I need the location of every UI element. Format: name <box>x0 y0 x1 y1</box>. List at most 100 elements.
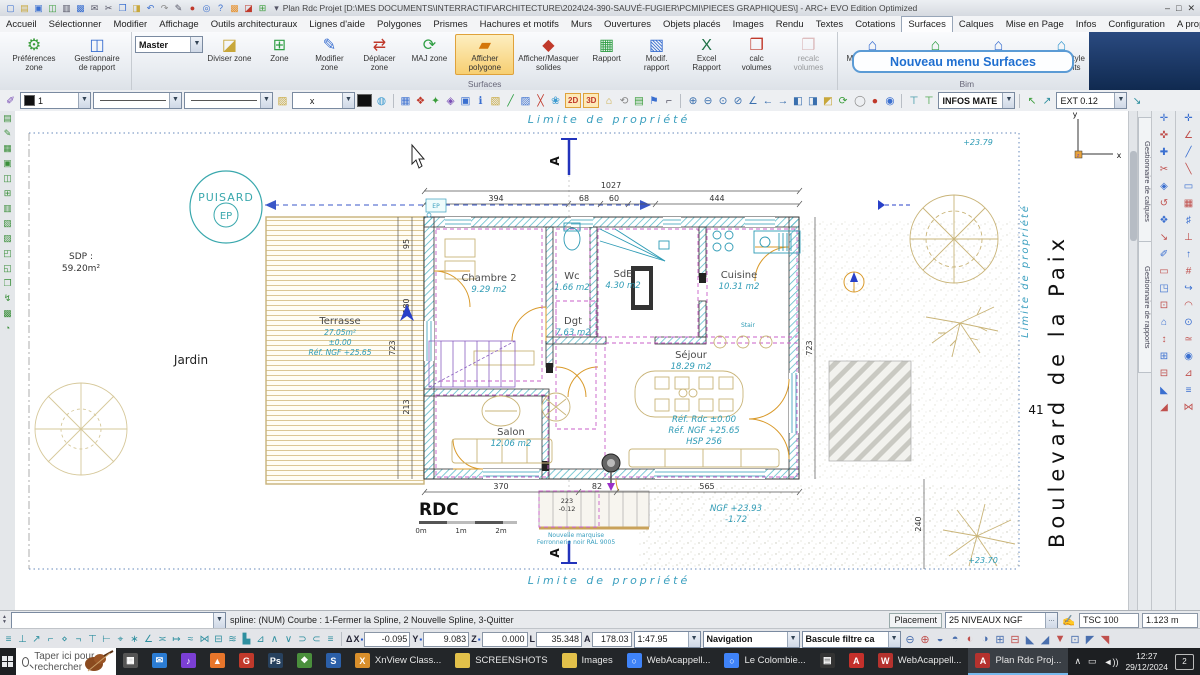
snap-icon[interactable]: ⋈ <box>198 634 211 645</box>
taskbar-item[interactable]: Ps <box>260 648 290 675</box>
right-toolbar-icon[interactable]: ◠ <box>1184 300 1193 317</box>
right-toolbar-outer[interactable]: ✛ ∠ ╱ ╲ ▭ ▦ ♯ ⊥ ↑ # ↪ ◠ ⊙ ≃ ◉ ⊿ ≡ ⋈ <box>1175 111 1200 612</box>
taskbar-item[interactable]: Images <box>554 648 620 675</box>
toolbar-icon[interactable]: ◈ <box>443 95 458 107</box>
right-toolbar-icon[interactable]: ↕ <box>1162 334 1167 351</box>
ribbon-button[interactable]: ⚙ Préférences zone <box>3 34 65 75</box>
toolbar-icon[interactable]: ▨ <box>518 95 533 107</box>
menu-tab[interactable]: Prismes <box>427 16 473 32</box>
quick-access-icon[interactable]: ✎ <box>172 3 185 14</box>
placement-dropdown[interactable]: 25 NIVEAUX NGF… <box>945 611 1058 629</box>
menu-tab[interactable]: Images <box>727 16 770 32</box>
snap-icon[interactable]: ⊢ <box>100 634 113 645</box>
quick-access-icon[interactable]: ↷ <box>158 3 171 14</box>
linetype-dropdown[interactable]: ▼ <box>93 92 182 109</box>
infos-dropdown[interactable]: INFOS MATE ▼ <box>938 92 1016 109</box>
snap-icon[interactable]: ⊤ <box>86 634 99 645</box>
toolbar-icon[interactable]: ◯ <box>852 95 867 107</box>
quick-access-icon[interactable]: ▢ <box>4 3 17 14</box>
right-toolbar-icon[interactable]: ↪ <box>1184 283 1192 300</box>
menu-tab[interactable]: Cotations <box>849 16 901 32</box>
menu-tab[interactable]: Polygones <box>371 16 427 32</box>
snap-icon[interactable]: ▙ <box>240 634 253 645</box>
right-toolbar-icon[interactable]: ♯ <box>1186 215 1191 232</box>
taskbar-item[interactable]: X XnView Class... <box>347 648 449 675</box>
layer-dropdown[interactable]: 1 ▼ <box>20 92 91 109</box>
right-toolbar-icon[interactable]: ↺ <box>1160 198 1168 215</box>
angle-field[interactable]: 178.03 <box>591 631 632 647</box>
quick-access-icon[interactable]: ◫ <box>46 3 59 14</box>
color-swatch[interactable] <box>357 94 372 107</box>
zoom-icon[interactable]: ← <box>760 95 775 107</box>
toolbar-icon[interactable]: ❀ <box>548 95 563 107</box>
toolbar-icon[interactable]: ╱ <box>503 95 518 107</box>
snap-icon[interactable]: ⊟ <box>212 634 225 645</box>
menu-tab[interactable]: A propos <box>1171 16 1200 32</box>
menu-tab[interactable]: Calques <box>953 16 1000 32</box>
menu-tab[interactable]: Infos <box>1070 16 1103 32</box>
taskbar-search[interactable]: Taper ici pour rechercher <box>15 648 116 675</box>
speaker-icon[interactable]: ◄)) <box>1104 657 1119 667</box>
menu-tab[interactable]: Ouvertures <box>598 16 657 32</box>
left-toolbar-icon[interactable]: ❐ <box>3 278 11 293</box>
menu-tab[interactable]: Murs <box>565 16 598 32</box>
z-coordinate[interactable]: 0.000 <box>481 631 528 647</box>
y-coordinate[interactable]: 9.083 <box>423 631 470 647</box>
toolbar-icon[interactable]: ▣ <box>458 95 473 107</box>
right-toolbar-icon[interactable]: ✚ <box>1160 147 1168 164</box>
status-icon[interactable]: ◐ <box>963 633 978 646</box>
menu-tab[interactable]: Modifier <box>107 16 153 32</box>
snap-icon[interactable]: ≡ <box>2 634 15 645</box>
left-toolbar[interactable]: ▤ ✎ ▦ ▣ ◫ ⊞ ▥ ▧ ▨ ◰ ◱ ❐ ↯ ▩ ◔ <box>0 111 16 612</box>
right-toolbar-icon[interactable]: ❖ <box>1160 215 1169 232</box>
right-toolbar-icon[interactable]: ↑ <box>1186 249 1191 266</box>
right-toolbar-icon[interactable]: ⊟ <box>1160 368 1168 385</box>
ribbon-button[interactable]: ❒ calc volumes <box>732 34 782 75</box>
2d-toggle[interactable]: 2D <box>565 93 582 108</box>
afficher-polygone-button[interactable]: ▰ Afficher polygone <box>455 34 515 75</box>
left-toolbar-icon[interactable]: ✎ <box>4 128 12 143</box>
quick-access-icon[interactable]: ✂ <box>102 3 115 14</box>
snap-icon[interactable]: ↗ <box>30 634 43 645</box>
toolbar-icon[interactable]: ▤ <box>631 95 646 107</box>
right-toolbar-icon[interactable]: ◉ <box>1184 351 1193 368</box>
right-toolbar-icon[interactable]: # <box>1186 266 1192 283</box>
right-toolbar-icon[interactable]: ╲ <box>1185 164 1191 181</box>
right-toolbar-icon[interactable]: ↘ <box>1160 232 1168 249</box>
linewidth-dropdown[interactable]: ▼ <box>184 92 273 109</box>
taskbar-item[interactable]: ▦ <box>115 648 145 675</box>
status-icon[interactable]: ◑ <box>978 633 993 646</box>
snap-icon[interactable]: ≍ <box>156 634 169 645</box>
quick-access-icon[interactable]: ◪ <box>242 3 255 14</box>
menu-tab[interactable]: Rendu <box>770 16 810 32</box>
taskbar-item[interactable]: ▤ <box>812 648 842 675</box>
quick-access-icon[interactable]: ✉ <box>88 3 101 14</box>
right-toolbar-icon[interactable]: ◳ <box>1159 283 1168 300</box>
right-toolbar-icon[interactable]: ⊡ <box>1160 300 1168 317</box>
taskbar-item[interactable]: ♪ <box>173 648 203 675</box>
right-toolbar-icon[interactable]: ⊞ <box>1160 351 1168 368</box>
quick-access-icon[interactable]: ⊞ <box>256 3 269 14</box>
snap-icon[interactable]: ⌐ <box>44 634 57 645</box>
text-style-icon[interactable]: ⊤ <box>906 95 921 107</box>
quick-access-icon[interactable]: ▩ <box>74 3 87 14</box>
ribbon-button[interactable]: ⟳ MAJ zone <box>404 34 454 75</box>
snap-icon[interactable]: ↦ <box>170 634 183 645</box>
left-toolbar-icon[interactable]: ⊞ <box>4 188 12 203</box>
menu-tab[interactable]: Lignes d'aide <box>303 16 371 32</box>
left-toolbar-icon[interactable]: ▨ <box>3 233 12 248</box>
status-right-toolbar[interactable]: ⊖ ⊕ ◒ ◓ ◐ ◑ ⊞ ⊟ ◣ ◢ ▼ ⊡ ◤ ◥ <box>903 633 1113 646</box>
status-icon[interactable]: ▼ <box>1053 633 1068 646</box>
toolbar-icon[interactable]: ⌐ <box>661 95 676 107</box>
menu-tab[interactable]: Hachures et motifs <box>474 16 565 32</box>
taskbar-item[interactable]: ❖ <box>289 648 319 675</box>
lock-icon[interactable]: ▪ <box>478 635 481 644</box>
snap-icon[interactable]: ⌖ <box>114 634 127 645</box>
right-toolbar-icon[interactable]: ⋈ <box>1184 402 1194 419</box>
quick-access-icon[interactable]: ▾ <box>270 3 283 14</box>
snap-icon[interactable]: ≈ <box>184 634 197 645</box>
right-toolbar-icon[interactable]: ≃ <box>1184 334 1192 351</box>
quick-access-icon[interactable]: ▣ <box>32 3 45 14</box>
right-toolbar-icon[interactable]: ╱ <box>1185 147 1191 164</box>
left-toolbar-icon[interactable]: ▦ <box>3 143 12 158</box>
